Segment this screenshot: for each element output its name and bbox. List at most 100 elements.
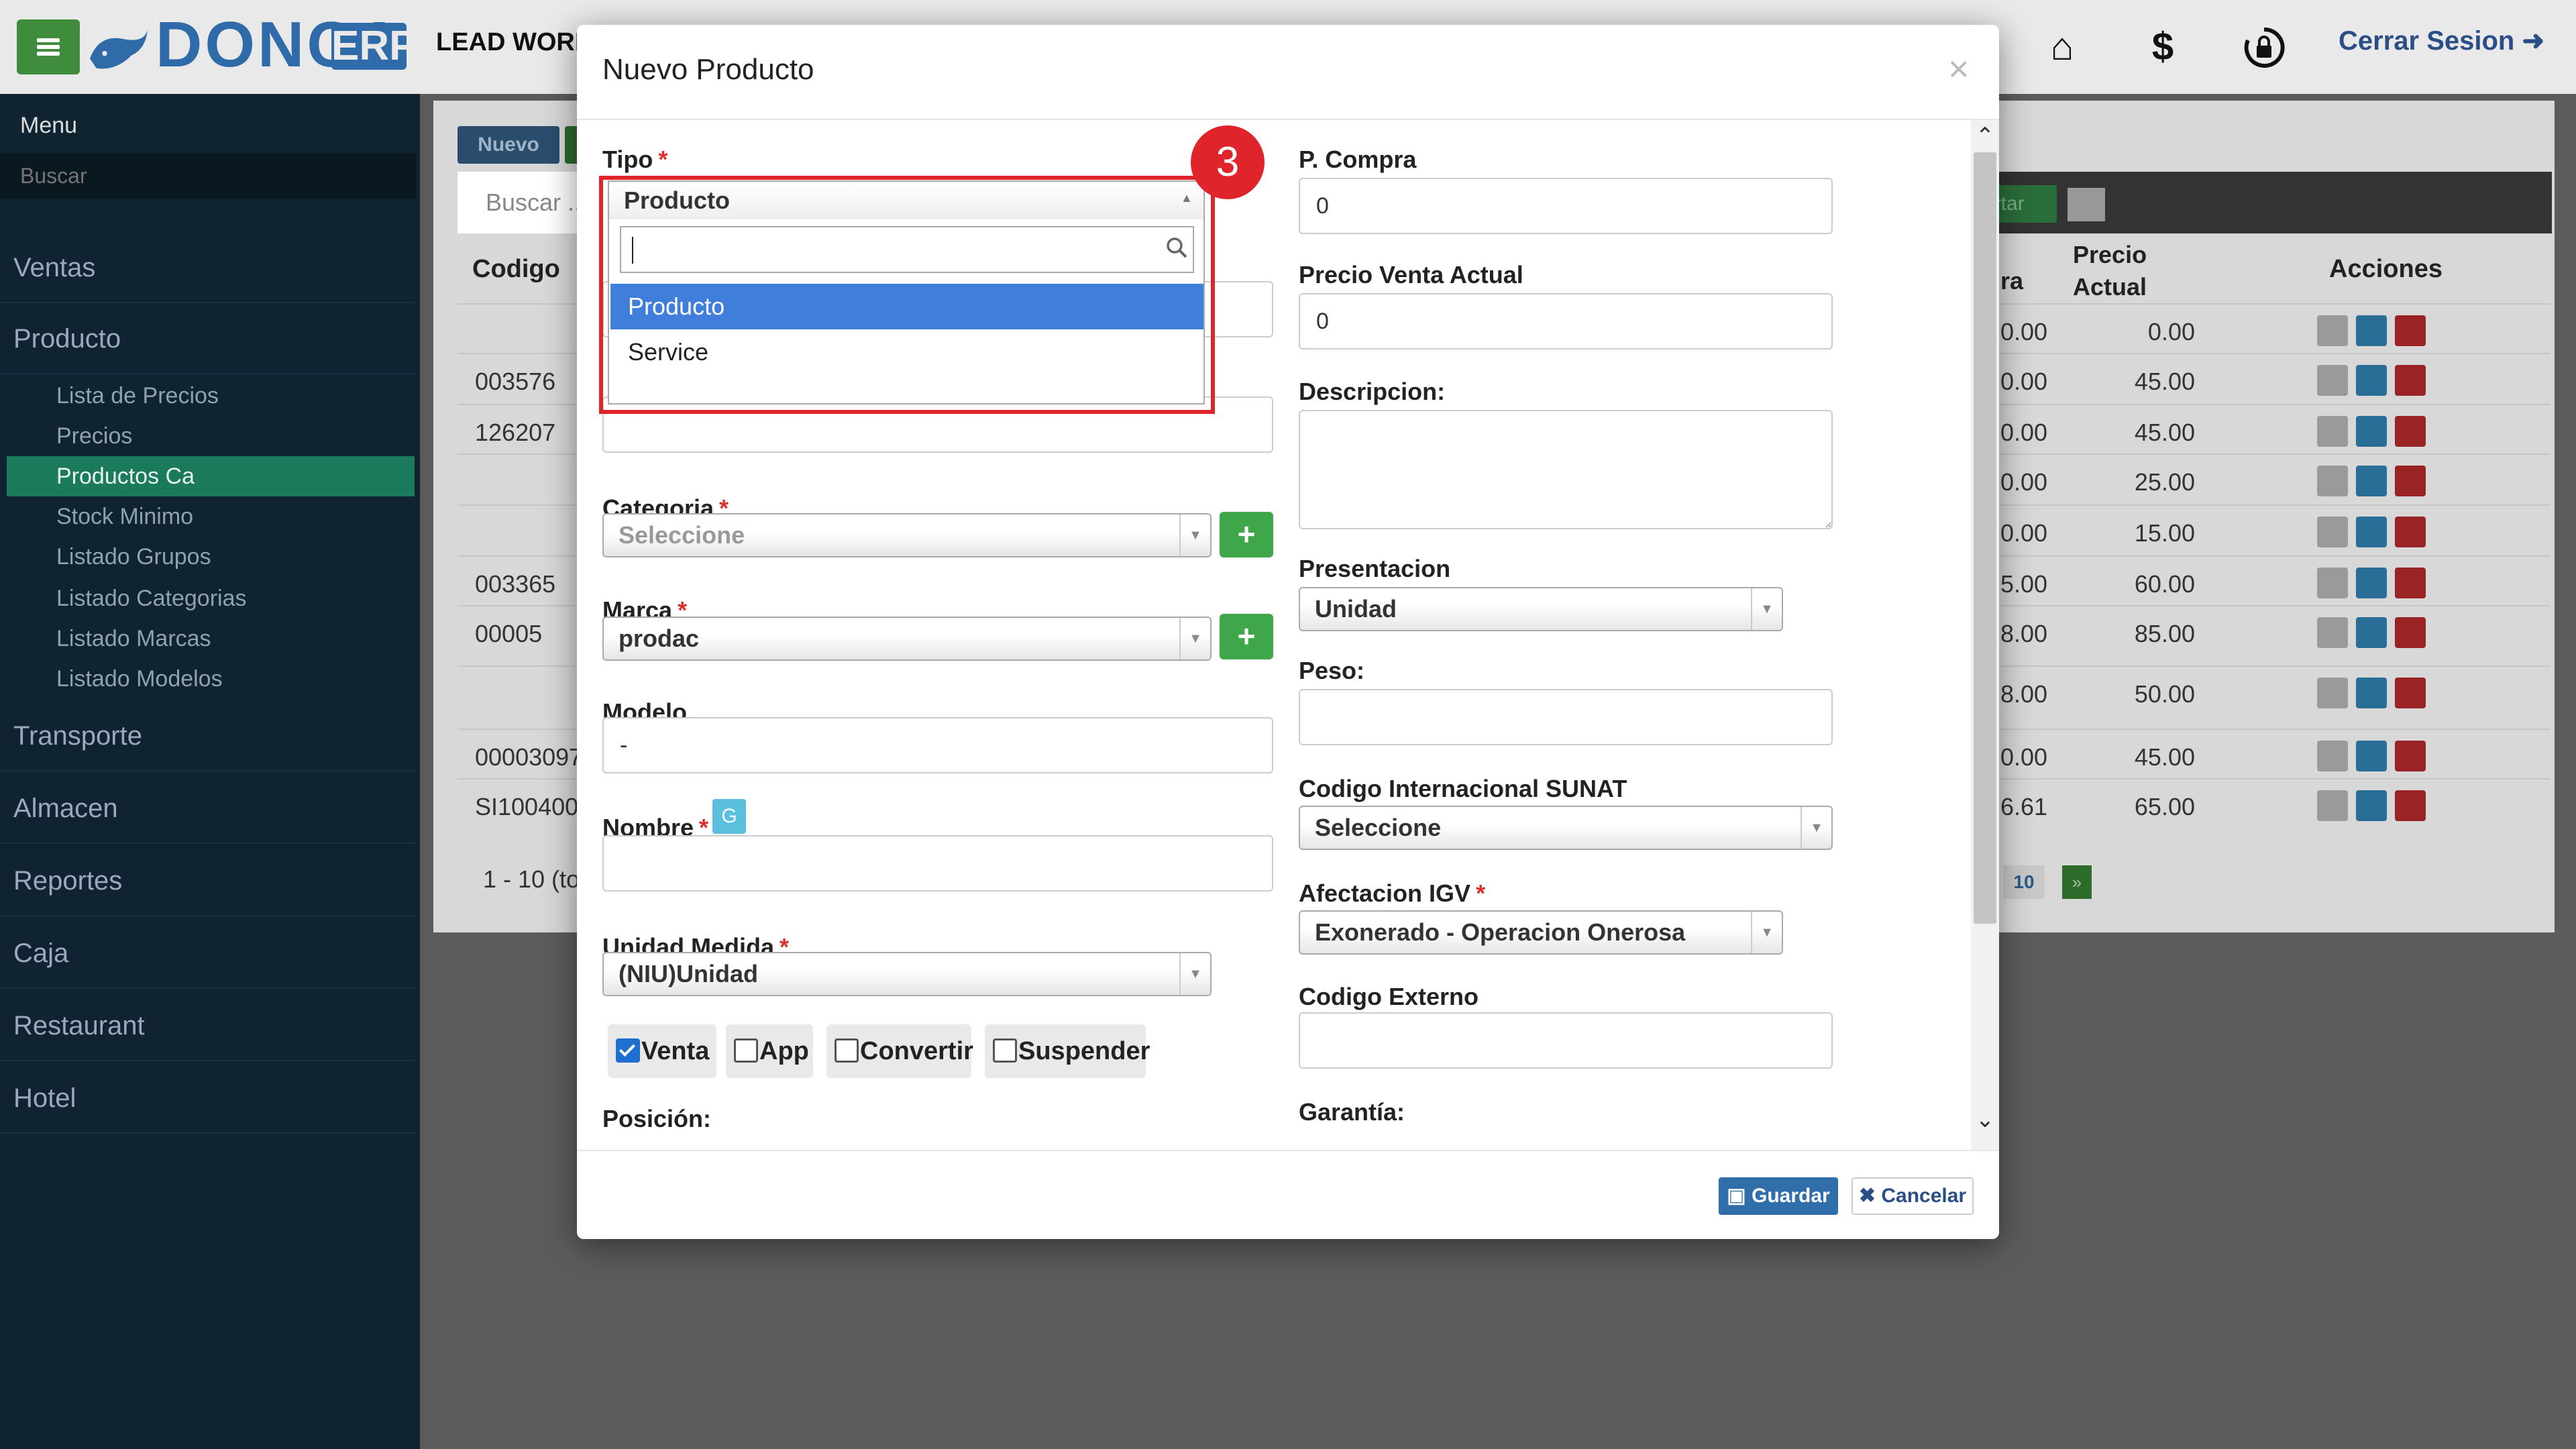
sidebar-subitem-modelos[interactable]: Listado Modelos xyxy=(7,659,415,699)
edit-icon[interactable] xyxy=(2356,315,2387,346)
edit-icon[interactable] xyxy=(2356,365,2387,396)
scrollbar-thumb[interactable] xyxy=(1974,152,1996,924)
row-actions xyxy=(2317,568,2434,602)
sidebar-subitem-grupos[interactable]: Listado Grupos xyxy=(7,537,415,577)
pagination-summary: 1 - 10 (to xyxy=(483,865,580,893)
precio-venta-input[interactable]: 0 xyxy=(1299,293,1833,350)
barcode-icon[interactable] xyxy=(2317,365,2348,396)
delete-icon[interactable] xyxy=(2395,466,2426,496)
sidebar-subitem-productos[interactable]: Productos Ca xyxy=(7,456,415,496)
sidebar-item-hotel[interactable]: Hotel xyxy=(0,1063,416,1134)
cancel-label: Cancelar xyxy=(1881,1185,1967,1207)
afectacion-igv-select[interactable]: Exonerado - Operacion Onerosa ▼ xyxy=(1299,910,1783,955)
marca-value: prodac xyxy=(619,625,700,652)
edit-icon[interactable] xyxy=(2356,568,2387,598)
afectacion-igv-label-text: Afectacion IGV xyxy=(1299,879,1471,907)
descripcion-textarea[interactable] xyxy=(1299,410,1833,529)
sidebar-item-almacen[interactable]: Almacen xyxy=(0,773,416,844)
sidebar-item-caja[interactable]: Caja xyxy=(0,918,416,989)
sidebar-search-input[interactable] xyxy=(0,153,416,199)
save-icon: ▣ xyxy=(1727,1185,1752,1207)
sidebar-subitem-stock-minimo[interactable]: Stock Minimo xyxy=(7,496,415,537)
nombre-input[interactable] xyxy=(602,835,1273,892)
barcode-icon[interactable] xyxy=(2317,315,2348,346)
scroll-down-icon[interactable]: ⌄ xyxy=(1972,1106,1998,1133)
delete-icon[interactable] xyxy=(2395,365,2426,396)
lock-refresh-icon[interactable] xyxy=(2242,25,2286,70)
new-product-button[interactable]: Nuevo xyxy=(458,126,559,164)
sidebar-subitem-categorias[interactable]: Listado Categorias xyxy=(7,578,415,619)
edit-icon[interactable] xyxy=(2356,790,2387,821)
sidebar-item-producto[interactable]: Producto xyxy=(0,303,416,374)
barcode-icon[interactable] xyxy=(2317,416,2348,447)
edit-icon[interactable] xyxy=(2356,517,2387,547)
unidad-medida-select[interactable]: (NIU)Unidad ▼ xyxy=(602,952,1212,996)
codigo-externo-input[interactable] xyxy=(1299,1012,1833,1069)
add-marca-button[interactable]: + xyxy=(1220,614,1273,659)
table-cell-codigo: 003576 xyxy=(475,368,556,395)
sidebar-subitem-precios[interactable]: Precios xyxy=(7,416,415,456)
delete-icon[interactable] xyxy=(2395,617,2426,648)
app-checkbox[interactable]: App xyxy=(726,1024,813,1078)
table-cell-precio-compra: 0.00 xyxy=(2000,318,2048,345)
barcode-icon[interactable] xyxy=(2068,188,2105,221)
delete-icon[interactable] xyxy=(2395,517,2426,547)
convertir-checkbox[interactable]: Convertir xyxy=(826,1024,973,1078)
edit-icon[interactable] xyxy=(2356,416,2387,447)
menu-toggle-button[interactable] xyxy=(17,19,80,74)
venta-label: Venta xyxy=(641,1037,710,1065)
scroll-up-icon[interactable]: ⌃ xyxy=(1972,123,1998,150)
sidebar-item-transporte[interactable]: Transporte xyxy=(0,700,416,771)
dollar-icon[interactable]: $ xyxy=(2139,23,2187,71)
modelo-input[interactable]: - xyxy=(602,717,1273,773)
delete-icon[interactable] xyxy=(2395,568,2426,598)
barcode-icon[interactable] xyxy=(2317,466,2348,496)
sidebar-item-ventas[interactable]: Ventas xyxy=(0,232,416,303)
barcode-icon[interactable] xyxy=(2317,617,2348,648)
close-icon[interactable]: × xyxy=(1948,49,1970,89)
sidebar-item-restaurant[interactable]: Restaurant xyxy=(0,990,416,1061)
home-icon[interactable]: ⌂ xyxy=(2038,23,2086,71)
edit-icon[interactable] xyxy=(2356,678,2387,708)
delete-icon[interactable] xyxy=(2395,315,2426,346)
p-compra-input[interactable]: 0 xyxy=(1299,178,1833,234)
sidebar-item-reportes[interactable]: Reportes xyxy=(0,845,416,916)
suspender-checkbox[interactable]: Suspender xyxy=(985,1024,1150,1078)
categoria-select[interactable]: Seleccione ▼ xyxy=(602,513,1212,557)
delete-icon[interactable] xyxy=(2395,790,2426,821)
next-page-button[interactable]: » xyxy=(2062,865,2092,899)
save-button[interactable]: ▣ Guardar xyxy=(1719,1177,1838,1215)
add-categoria-button[interactable]: + xyxy=(1220,512,1273,557)
generate-name-button[interactable]: G xyxy=(712,799,746,834)
page-number-button[interactable]: 10 xyxy=(2003,865,2045,899)
presentacion-select[interactable]: Unidad ▼ xyxy=(1299,587,1783,631)
modal-footer-divider xyxy=(577,1150,1999,1151)
sidebar-subitem-lista-precios[interactable]: Lista de Precios xyxy=(7,376,415,416)
peso-input[interactable] xyxy=(1299,689,1833,745)
barcode-icon[interactable] xyxy=(2317,517,2348,547)
barcode-icon[interactable] xyxy=(2317,678,2348,708)
edit-icon[interactable] xyxy=(2356,617,2387,648)
chevron-down-icon: ▼ xyxy=(1801,807,1831,849)
codigo-sunat-select[interactable]: Seleccione ▼ xyxy=(1299,806,1833,850)
barcode-icon[interactable] xyxy=(2317,568,2348,598)
table-cell-codigo: SI100400 xyxy=(475,793,579,820)
table-cell-precio-compra: 0.00 xyxy=(2000,743,2048,771)
marca-select[interactable]: prodac ▼ xyxy=(602,616,1212,661)
delete-icon[interactable] xyxy=(2395,678,2426,708)
codigo-sunat-value: Seleccione xyxy=(1315,814,1442,841)
sidebar-subitem-marcas[interactable]: Listado Marcas xyxy=(7,619,415,659)
delete-icon[interactable] xyxy=(2395,416,2426,447)
barcode-icon[interactable] xyxy=(2317,741,2348,771)
cancel-button[interactable]: ✖ Cancelar xyxy=(1851,1177,1974,1215)
edit-icon[interactable] xyxy=(2356,741,2387,771)
logout-link[interactable]: Cerrar Sesion ➜ xyxy=(2339,25,2544,56)
table-search-input[interactable]: Buscar ... xyxy=(458,172,592,233)
delete-icon[interactable] xyxy=(2395,741,2426,771)
tipo-label-text: Tipo xyxy=(602,146,653,173)
barcode-icon[interactable] xyxy=(2317,790,2348,821)
row-actions xyxy=(2317,466,2434,500)
edit-icon[interactable] xyxy=(2356,466,2387,496)
venta-checkbox[interactable]: Venta xyxy=(608,1024,716,1078)
tipo-label: Tipo * xyxy=(602,146,667,174)
